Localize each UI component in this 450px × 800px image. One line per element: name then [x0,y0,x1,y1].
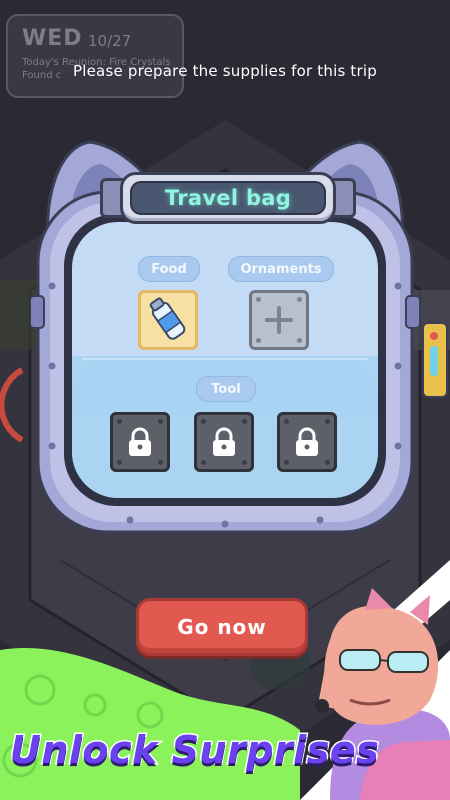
go-now-button[interactable]: Go now [136,598,308,656]
promo-banner: Unlock Surprises [8,727,380,774]
ornament-add-slot[interactable] [249,290,309,350]
side-gadget [422,322,448,398]
date-card: WED 10/27 Today's Reunion: Fire Crystals… [6,14,184,98]
category-tool: Tool [196,376,256,402]
food-slot[interactable] [138,290,198,350]
title-plate: Travel bag [120,172,336,224]
tool-slot-2-locked[interactable] [194,412,254,472]
date-label: 10/27 [88,32,132,50]
travel-bag-panel: Travel bag Food Ornaments Tool [30,136,420,536]
weekday-label: WED [22,26,83,51]
bag-title: Travel bag [164,186,292,210]
category-ornaments: Ornaments [228,256,334,282]
category-food: Food [138,256,200,282]
go-now-label: Go now [177,615,267,639]
tool-slot-1-locked[interactable] [110,412,170,472]
tool-slot-3-locked[interactable] [277,412,337,472]
shelf-divider [82,358,368,360]
water-bottle-icon [149,297,186,340]
prompt-text: Please prepare the supplies for this tri… [73,62,377,80]
